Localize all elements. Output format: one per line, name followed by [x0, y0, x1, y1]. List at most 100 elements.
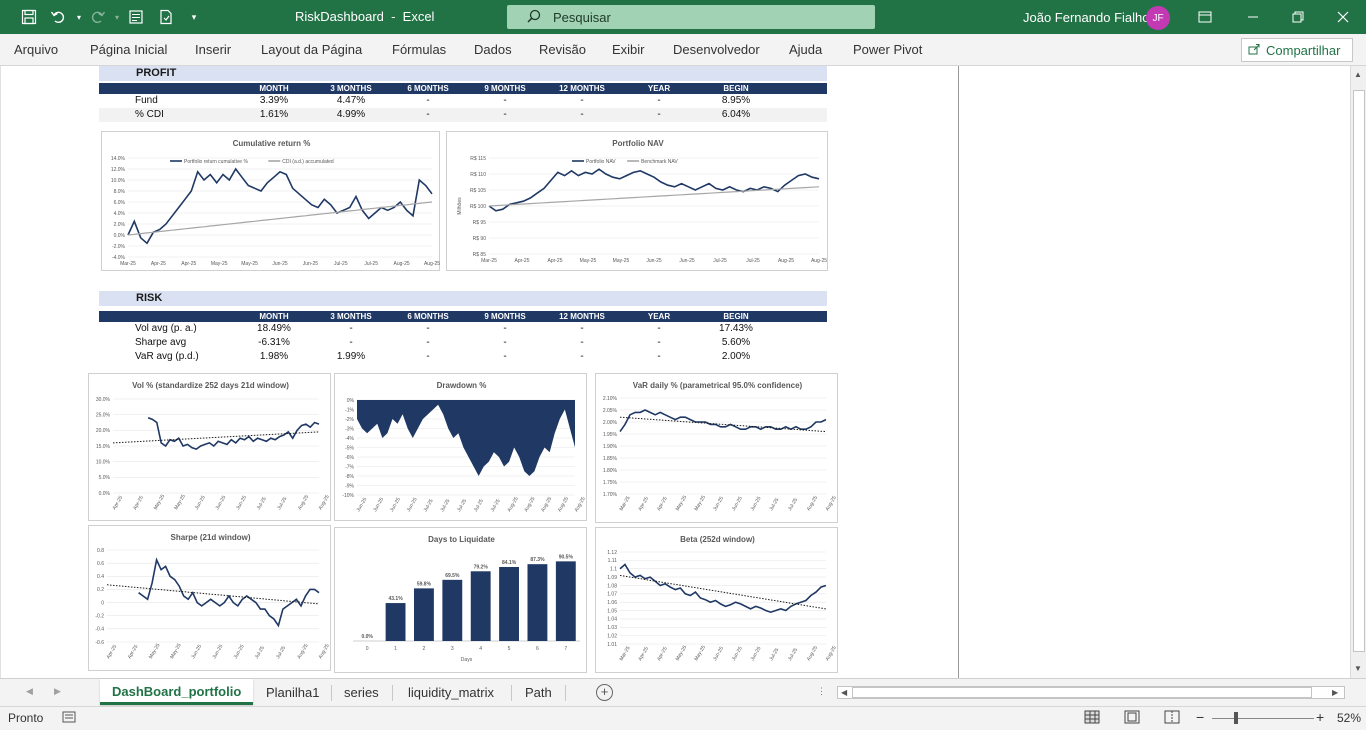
zoom-in-icon[interactable]: +	[1316, 709, 1324, 725]
sheet-tab-planilha1[interactable]: Planilha1	[266, 685, 320, 700]
x-tick-label: Jun-25	[272, 261, 288, 267]
tab-arquivo[interactable]: Arquivo	[14, 42, 58, 57]
tab-revisao[interactable]: Revisão	[539, 42, 586, 57]
y-tick-label: 1.75%	[603, 480, 618, 486]
tab-exibir[interactable]: Exibir	[612, 42, 645, 57]
x-tick-label: Jun-25	[389, 497, 402, 513]
worksheet-area[interactable]: PROFIT MONTH 3 MONTHS 6 MONTHS 9 MONTHS …	[0, 66, 1350, 678]
table-row: Vol avg (p. a.) 18.49% - - - - - 17.43%	[99, 322, 827, 336]
tab-dados[interactable]: Dados	[474, 42, 512, 57]
chart-title: Vol % (standardize 252 days 21d window)	[132, 381, 289, 390]
y-tick-label: 0.0%	[99, 491, 111, 497]
x-tick-label: Jul-25	[456, 498, 468, 513]
scroll-up-icon[interactable]: ▲	[1354, 70, 1362, 79]
tab-separator	[565, 685, 566, 701]
scroll-right-icon[interactable]: ▶	[1332, 688, 1338, 697]
table-cell: -6.31%	[258, 337, 290, 348]
minimize-icon[interactable]	[1243, 8, 1263, 26]
tab-desenvolvedor[interactable]: Desenvolvedor	[673, 42, 760, 57]
y-axis-label: Milhões	[457, 197, 463, 215]
form-icon[interactable]	[126, 7, 146, 27]
zoom-slider[interactable]	[1212, 718, 1314, 719]
share-button[interactable]: Compartilhar	[1241, 38, 1353, 62]
x-tick-label: Jul-25	[275, 645, 287, 660]
table-cell: 6.04%	[721, 109, 751, 120]
customize-toolbar-icon[interactable]: ▾	[184, 7, 204, 27]
profit-col-header: 6 MONTHS	[407, 84, 449, 93]
search-box[interactable]: Pesquisar	[507, 5, 875, 29]
tab-power-pivot[interactable]: Power Pivot	[853, 42, 922, 57]
table-cell: -	[503, 323, 507, 334]
y-tick-label: 0.2	[97, 587, 104, 593]
risk-col-header: 9 MONTHS	[484, 312, 526, 321]
zoom-level[interactable]: 52%	[1337, 711, 1361, 725]
days-to-liquidate-chart[interactable]: Days to Liquidate 0.0% 0 43.1% 1 59.8% 2 69.5% 3…	[334, 527, 587, 673]
x-tick-label: Apr-25	[514, 258, 529, 264]
row-label: % CDI	[135, 109, 164, 120]
sheet-tab-liquidity-matrix[interactable]: liquidity_matrix	[408, 685, 494, 700]
x-tick-label: 5	[508, 646, 511, 652]
y-tick-label: 0%	[347, 398, 355, 404]
undo-dropdown-icon[interactable]: ▾	[69, 7, 89, 27]
page-layout-view-icon[interactable]	[1124, 710, 1140, 727]
normal-view-icon[interactable]	[1084, 710, 1100, 727]
x-tick-label: Mar-25	[120, 261, 136, 267]
trend-line	[619, 574, 827, 610]
tab-formulas[interactable]: Fórmulas	[392, 42, 446, 57]
next-sheet-icon[interactable]: ▶	[54, 686, 61, 697]
ribbon-display-options-icon[interactable]	[1195, 8, 1215, 26]
y-tick-label: 12.0%	[111, 167, 126, 173]
add-sheet-icon[interactable]: +	[596, 684, 613, 701]
undo-icon[interactable]	[48, 7, 68, 27]
x-tick-label: May-25	[173, 493, 187, 511]
x-tick-label: 6	[536, 646, 539, 652]
accessibility-icon[interactable]	[62, 710, 78, 727]
table-cell: -	[349, 323, 353, 334]
horizontal-scrollbar[interactable]: ◀ ▶	[837, 686, 1345, 699]
close-icon[interactable]	[1333, 8, 1353, 26]
table-cell: -	[580, 337, 584, 348]
chart-title: Drawdown %	[437, 381, 487, 390]
cumulative-return-chart[interactable]: Cumulative return % 14.0% 12.0% 10.0% 8.0% 6.…	[101, 131, 440, 271]
scroll-down-icon[interactable]: ▼	[1354, 664, 1362, 673]
scroll-thumb[interactable]	[1353, 90, 1365, 652]
tab-pagina-inicial[interactable]: Página Inicial	[90, 42, 167, 57]
sharpe-chart[interactable]: Sharpe (21d window) 0.8 0.6 0.4 0.2 0 -0.2 -0.4…	[88, 525, 331, 671]
split-handle-icon[interactable]: ⋮	[817, 686, 826, 697]
beta-chart[interactable]: Beta (252d window) 1.12 1.11 1.1 1.09 1.08 1.0…	[595, 527, 838, 673]
scroll-thumb[interactable]	[852, 687, 1312, 698]
y-tick-label: 1.07	[607, 592, 617, 598]
prev-sheet-icon[interactable]: ◀	[26, 686, 33, 697]
sheet-tab-path[interactable]: Path	[525, 685, 552, 700]
zoom-out-icon[interactable]: −	[1196, 709, 1204, 725]
chart-svg: VaR daily % (parametrical 95.0% confiden…	[603, 381, 838, 512]
scroll-left-icon[interactable]: ◀	[841, 688, 847, 697]
restore-icon[interactable]	[1288, 8, 1308, 26]
page-break-view-icon[interactable]	[1164, 710, 1180, 727]
bar	[555, 561, 576, 641]
save-icon[interactable]	[19, 7, 39, 27]
y-tick-label: 1.70%	[603, 492, 618, 498]
tab-inserir[interactable]: Inserir	[195, 42, 231, 57]
y-tick-label: -6%	[345, 455, 354, 461]
x-tick-label: 4	[479, 646, 482, 652]
y-tick-label: -2%	[345, 417, 354, 423]
sheet-tab-dashboard-portfolio[interactable]: DashBoard_portfolio	[100, 679, 254, 705]
vol-chart[interactable]: Vol % (standardize 252 days 21d window) 3…	[88, 373, 331, 521]
x-tick-label: Aug-25	[523, 496, 536, 513]
table-cell: -	[580, 95, 584, 106]
x-tick-label: Aug-25	[825, 495, 838, 512]
tab-separator	[331, 685, 332, 701]
drawdown-chart[interactable]: Drawdown % 0% -1% -2% -3% -4% -5% -6% -7% -8% -9% -…	[334, 373, 587, 521]
document-icon[interactable]	[156, 7, 176, 27]
portfolio-nav-chart[interactable]: Portfolio NAV R$ 115 R$ 110 R$ 105 R$ 100 R$ …	[446, 131, 828, 271]
var-chart[interactable]: VaR daily % (parametrical 95.0% confiden…	[595, 373, 838, 523]
chart-svg: Drawdown % 0% -1% -2% -3% -4% -5% -6% -7% -8% -9% -…	[342, 381, 587, 513]
zoom-slider-thumb[interactable]	[1234, 712, 1238, 724]
sheet-tab-series[interactable]: series	[344, 685, 379, 700]
user-name[interactable]: João Fernando Fialho	[1023, 10, 1149, 25]
tab-layout-da-pagina[interactable]: Layout da Página	[261, 42, 362, 57]
tab-ajuda[interactable]: Ajuda	[789, 42, 822, 57]
vertical-scrollbar[interactable]: ▲ ▼	[1350, 66, 1366, 678]
avatar[interactable]: JF	[1146, 6, 1170, 30]
